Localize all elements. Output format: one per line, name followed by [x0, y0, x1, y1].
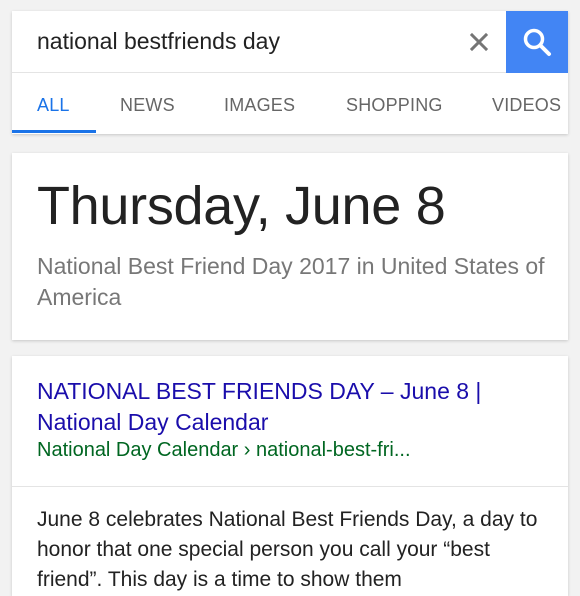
- tab-videos[interactable]: VIDEOS: [492, 95, 561, 116]
- close-icon: [469, 32, 489, 52]
- result-snippet: June 8 celebrates National Best Friends …: [37, 508, 538, 591]
- clear-search-button[interactable]: [464, 27, 494, 57]
- answer-card: Thursday, June 8 National Best Friend Da…: [12, 153, 568, 340]
- search-button[interactable]: [506, 11, 568, 73]
- active-tab-indicator: [12, 130, 96, 133]
- tab-news[interactable]: NEWS: [120, 95, 175, 116]
- result-url[interactable]: National Day Calendar › national-best-fr…: [37, 439, 547, 462]
- result-title-link[interactable]: NATIONAL BEST FRIENDS DAY – June 8 | Nat…: [37, 376, 547, 438]
- search-tabs: ALL NEWS IMAGES SHOPPING VIDEOS: [12, 73, 568, 134]
- search-icon: [523, 28, 551, 56]
- search-input[interactable]: national bestfriends day: [37, 28, 280, 55]
- tab-all[interactable]: ALL: [37, 95, 70, 116]
- search-result: NATIONAL BEST FRIENDS DAY – June 8 | Nat…: [12, 356, 568, 596]
- result-header: NATIONAL BEST FRIENDS DAY – June 8 | Nat…: [12, 356, 568, 487]
- answer-date: Thursday, June 8: [37, 176, 446, 236]
- search-header: national bestfriends day ALL NEWS IMAGES…: [12, 11, 568, 134]
- tab-images[interactable]: IMAGES: [224, 95, 295, 116]
- search-bar: national bestfriends day: [12, 11, 568, 73]
- answer-description: National Best Friend Day 2017 in United …: [37, 253, 545, 310]
- tab-shopping[interactable]: SHOPPING: [346, 95, 443, 116]
